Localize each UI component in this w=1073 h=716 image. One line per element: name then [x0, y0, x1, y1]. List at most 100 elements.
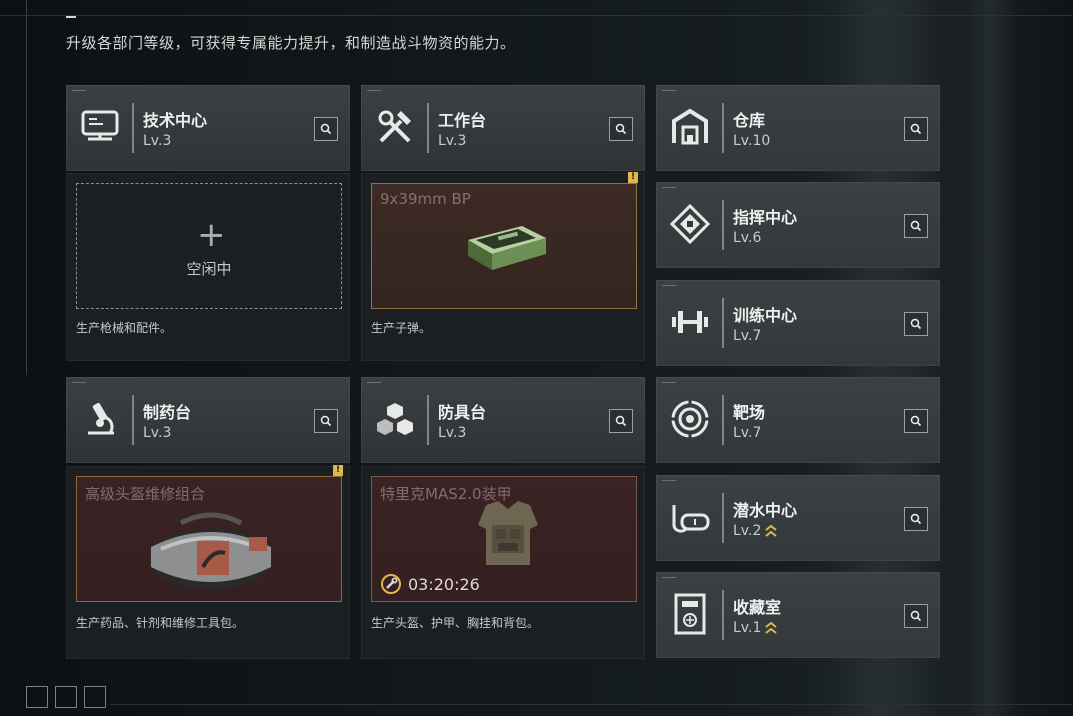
idle-label: 空闲中: [186, 260, 232, 278]
rank-chevron-icon: [765, 621, 777, 634]
divider: [132, 103, 134, 153]
collection-icon: [668, 592, 712, 636]
station-name: 工作台: [438, 111, 487, 130]
production-timer: 03:20:26: [380, 573, 480, 595]
rank-chevron-icon: [765, 524, 777, 537]
search-button[interactable]: [314, 117, 338, 141]
card-tag: [72, 90, 86, 94]
search-icon: [910, 513, 922, 525]
target-icon: [668, 397, 712, 441]
background-pillar: [960, 0, 1020, 716]
production-panel-tech: + 空闲中 生产枪械和配件。: [66, 173, 350, 361]
search-button[interactable]: [314, 409, 338, 433]
card-tag: [662, 187, 676, 191]
repair-kit-bag-image: [149, 512, 273, 589]
station-description: 生产枪械和配件。: [76, 321, 173, 335]
search-icon: [910, 318, 922, 330]
divider: [722, 395, 724, 445]
card-tag: [662, 480, 676, 484]
warehouse-icon: [668, 105, 712, 149]
production-slot[interactable]: ! 高级头盔维修组合: [76, 465, 343, 602]
station-card-command[interactable]: 指挥中心 Lv.6: [656, 182, 940, 268]
station-card-collection[interactable]: 收藏室 Lv.1: [656, 572, 940, 658]
search-icon: [910, 610, 922, 622]
bottom-slot[interactable]: [26, 686, 48, 708]
divider: [427, 103, 429, 153]
station-card-training[interactable]: 训练中心 Lv.7: [656, 280, 940, 366]
bottom-slot[interactable]: [84, 686, 106, 708]
station-name: 潜水中心: [733, 501, 798, 520]
divider: [722, 493, 724, 543]
card-tag: [72, 382, 86, 386]
frame-line: [110, 704, 1073, 705]
header-marker: [66, 16, 76, 18]
search-button[interactable]: [904, 117, 928, 141]
search-icon: [320, 415, 332, 427]
divider: [132, 395, 134, 445]
station-name: 防具台: [438, 403, 487, 422]
tools-icon: [373, 105, 417, 149]
divider: [427, 395, 429, 445]
dumbbell-icon: [668, 300, 712, 344]
production-slot[interactable]: ! 9x39mm BP: [371, 172, 638, 309]
card-tag: [662, 90, 676, 94]
station-level: Lv.2: [733, 523, 762, 539]
station-description: 生产子弹。: [371, 321, 432, 335]
divider: [722, 200, 724, 250]
search-icon: [910, 415, 922, 427]
search-button[interactable]: [904, 507, 928, 531]
station-card-armor[interactable]: 防具台 Lv.3: [361, 377, 645, 463]
frame-line: [0, 15, 1073, 16]
station-card-tech[interactable]: 技术中心 Lv.3: [66, 85, 350, 171]
warning-badge: !: [333, 465, 343, 476]
search-icon: [910, 123, 922, 135]
station-level: Lv.3: [143, 133, 172, 149]
add-icon: +: [197, 215, 226, 255]
station-level: Lv.3: [438, 425, 467, 441]
station-name: 收藏室: [733, 598, 782, 617]
divider: [722, 298, 724, 348]
station-name: 技术中心: [143, 111, 208, 130]
search-icon: [615, 123, 627, 135]
production-slot-idle[interactable]: + 空闲中: [76, 183, 342, 309]
card-tag: [662, 382, 676, 386]
bottom-slot[interactable]: [55, 686, 77, 708]
station-name: 靶场: [733, 403, 766, 422]
station-card-warehouse[interactable]: 仓库 Lv.10: [656, 85, 940, 171]
search-button[interactable]: [609, 409, 633, 433]
station-name: 仓库: [733, 111, 766, 130]
ammo-box-image: [468, 226, 546, 270]
command-icon: [668, 202, 712, 246]
production-item-name: 9x39mm BP: [380, 190, 471, 208]
search-icon: [910, 220, 922, 232]
divider: [722, 590, 724, 640]
search-button[interactable]: [904, 604, 928, 628]
production-panel-armor: 特里克MAS2.0装甲 03:20:26 生产头盔、护甲、胸挂和背包。: [361, 466, 645, 659]
production-slot[interactable]: 特里克MAS2.0装甲 03:20:26: [371, 476, 637, 602]
station-level: Lv.1: [733, 620, 762, 636]
computer-icon: [78, 105, 122, 149]
search-button[interactable]: [904, 312, 928, 336]
station-card-diving[interactable]: 潜水中心 Lv.2: [656, 475, 940, 561]
station-level-row: Lv.2: [733, 523, 777, 539]
station-card-pharmacy[interactable]: 制药台 Lv.3: [66, 377, 350, 463]
search-icon: [615, 415, 627, 427]
station-level-row: Lv.1: [733, 620, 777, 636]
card-tag: [662, 577, 676, 581]
frame-line: [26, 0, 27, 375]
cubes-icon: [373, 397, 417, 441]
search-icon: [320, 123, 332, 135]
station-level: Lv.3: [438, 133, 467, 149]
card-tag: [367, 90, 381, 94]
search-button[interactable]: [609, 117, 633, 141]
body-armor-image: [478, 501, 538, 565]
search-button[interactable]: [904, 214, 928, 238]
search-button[interactable]: [904, 409, 928, 433]
production-panel-workbench: ! 9x39mm BP 生产子弹。: [361, 172, 645, 361]
station-card-workbench[interactable]: 工作台 Lv.3: [361, 85, 645, 171]
station-description: 生产药品、针剂和维修工具包。: [76, 616, 245, 630]
station-level: Lv.6: [733, 230, 762, 246]
intro-text: 升级各部门等级，可获得专属能力提升，和制造战斗物资的能力。: [66, 34, 516, 52]
station-card-range[interactable]: 靶场 Lv.7: [656, 377, 940, 463]
station-level: Lv.10: [733, 133, 771, 149]
